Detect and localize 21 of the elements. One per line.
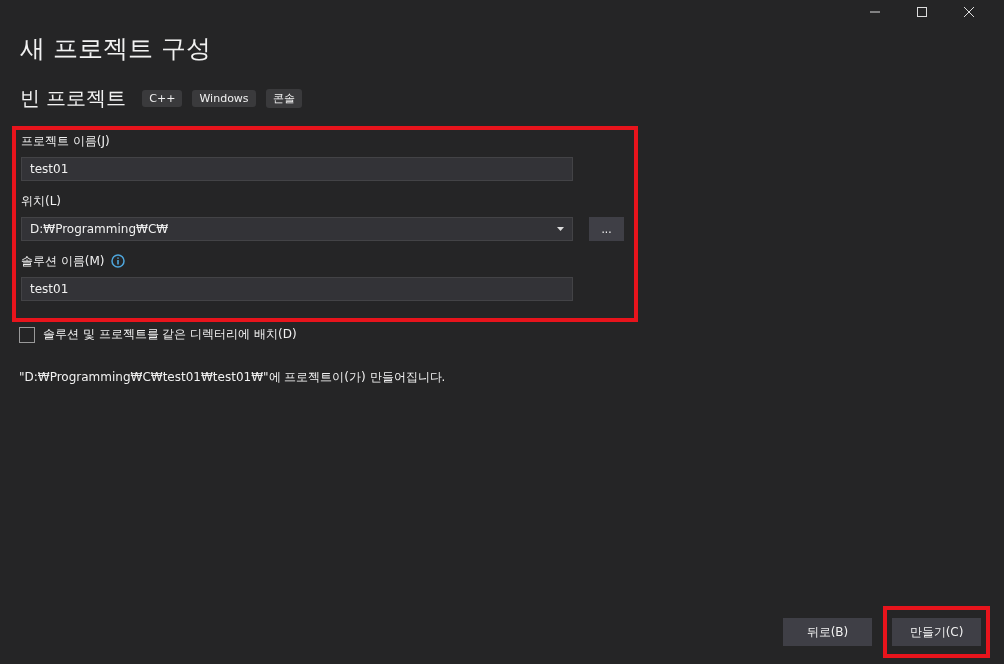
- close-icon[interactable]: [964, 7, 974, 17]
- input-field[interactable]: test01: [21, 277, 573, 301]
- field-label: 위치(L): [21, 193, 63, 209]
- browse-button[interactable]: ...: [589, 217, 624, 241]
- input-field[interactable]: test01: [21, 157, 573, 181]
- field-label: 솔루션 이름(M): [21, 253, 105, 269]
- path-note: "D:₩Programming₩C₩test01₩test01₩"에 프로젝트이(가) 만들어집니다.: [19, 369, 447, 386]
- maximize-icon[interactable]: [917, 7, 927, 17]
- checkbox-label[interactable]: 솔루션 및 프로젝트를 같은 디렉터리에 배치(D): [43, 326, 297, 343]
- template-tag: C++: [142, 90, 183, 107]
- checkbox[interactable]: [19, 326, 35, 343]
- info-icon[interactable]: [110, 254, 125, 268]
- location-dropdown[interactable]: D:₩Programming₩C₩: [21, 217, 573, 241]
- caret-icon: [557, 227, 564, 231]
- dialog-button[interactable]: 뒤로(B): [783, 618, 872, 646]
- dialog-button[interactable]: 만들기(C): [892, 618, 981, 646]
- page-title: 새 프로젝트 구성: [20, 33, 212, 65]
- template-tag: 콘솔: [265, 89, 302, 108]
- template-name: 빈 프로젝트: [20, 85, 127, 112]
- template-tag: Windows: [192, 90, 256, 107]
- field-label: 프로젝트 이름(J): [21, 133, 111, 149]
